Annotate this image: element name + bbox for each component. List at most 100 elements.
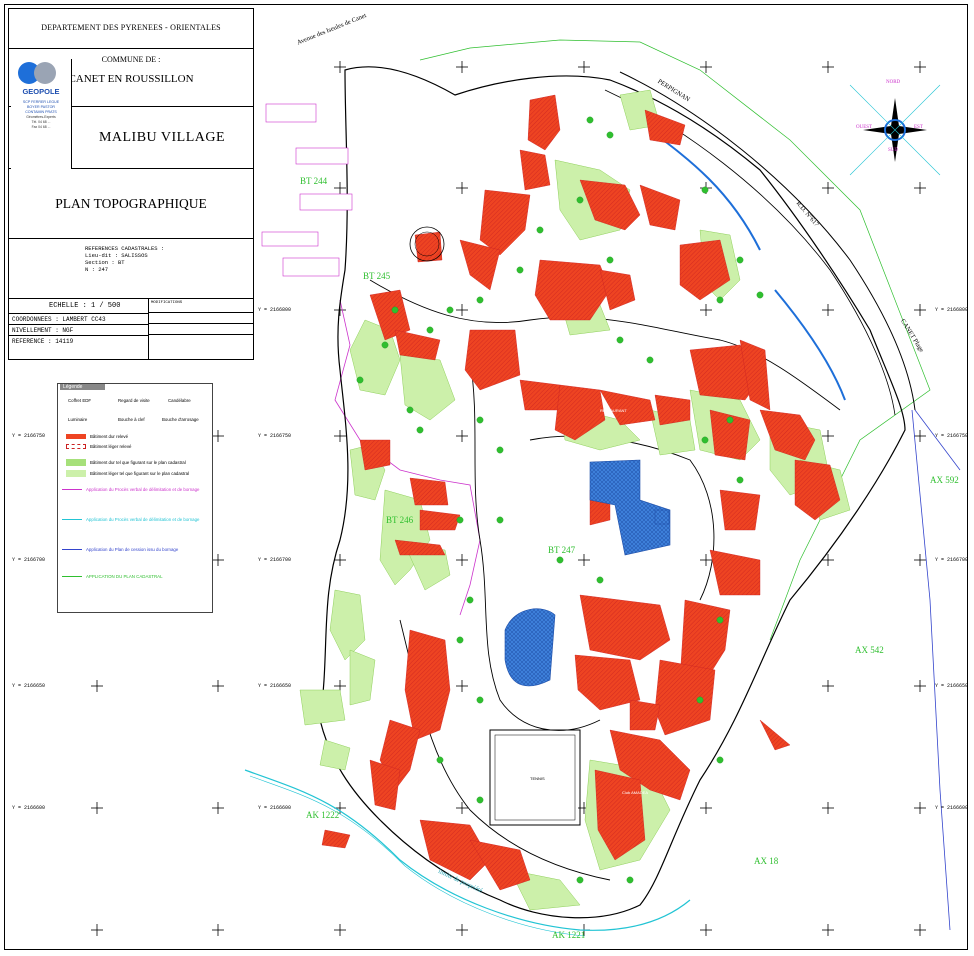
tree-icon (736, 256, 744, 264)
legend-item-3: Bâtiment dur tel que figurant sur le pla… (90, 460, 186, 465)
coordinates: COORDONNEES : LAMBERT CC43 (9, 314, 148, 325)
tree-icon (416, 426, 424, 434)
blue-boundary-2 (914, 409, 961, 471)
tree-icon (456, 636, 464, 644)
tree-icon (646, 356, 654, 364)
tree-icon (606, 256, 614, 264)
grid-label: Y = 2166800 (935, 307, 969, 313)
tree-icon (476, 296, 484, 304)
tree-icon (576, 876, 584, 884)
grid-label: Y = 2166650 (258, 683, 292, 689)
tree-icon (716, 756, 724, 764)
grid-label: Y = 2166800 (258, 307, 292, 313)
tree-icon (626, 876, 634, 884)
compass-north: NORD (886, 80, 901, 85)
grid-label: Y = 2166750 (12, 433, 46, 439)
tree-icon (466, 596, 474, 604)
tree-icon (356, 376, 364, 384)
grid-label: Y = 2166600 (935, 805, 969, 811)
legend-note-2: Application du Procès verbal de délimita… (86, 517, 200, 522)
grid-label: Y = 2166700 (258, 557, 292, 563)
tree-icon (391, 306, 399, 314)
geopole-logo: GEOPOLE SCP FERRER LEGUE BOYER PASTOR CO… (11, 59, 72, 169)
ditch-blue-2 (774, 289, 846, 401)
grid-label: Y = 2166600 (12, 805, 46, 811)
ref-line-4: N : 247 (85, 266, 109, 273)
tree-icon (476, 696, 484, 704)
title-block: DEPARTEMENT DES PYRENEES - ORIENTALES CO… (8, 8, 254, 360)
tree-icon (381, 341, 389, 349)
grid-label: Y = 2166700 (12, 557, 46, 563)
legend-item-4: Bâtiment léger tel que figurant sur le p… (90, 471, 190, 476)
parcel-ax542: AX 542 (855, 645, 884, 655)
point-coordinate-boxes (261, 103, 353, 277)
tree-icon (476, 796, 484, 804)
blue-boundary (911, 409, 951, 931)
legend: Légende Coffret EDF Regard de visite Can… (57, 383, 213, 613)
legend-title: Légende (60, 384, 105, 390)
legend-item-2: Bâtiment léger relevé (90, 444, 132, 449)
building-label-club: Club AMADEA (622, 790, 649, 795)
levelling: NIVELLEMENT : NGF (9, 325, 148, 336)
legend-symbol-bouche-arrosage: Bouche d'arrosage (162, 417, 199, 422)
tree-icon (606, 131, 614, 139)
revision-header: MODIFICATIONS (149, 299, 253, 313)
swimming-pool-oval (504, 608, 556, 687)
plan-title: PLAN TOPOGRAPHIQUE (9, 169, 253, 239)
compass-south: SUD (888, 148, 899, 153)
tree-icon (516, 266, 524, 274)
logo-line-3: CONTAMIN PRATS (25, 110, 57, 114)
compass-west: OUEST (856, 125, 873, 130)
tree-icon (536, 226, 544, 234)
site-block: GEOPOLE SCP FERRER LEGUE BOYER PASTOR CO… (9, 59, 253, 169)
tree-icon (556, 556, 564, 564)
tree-icon (496, 446, 504, 454)
cadastral-references: REFERENCES CADASTRALES : Lieu-dit : SALI… (9, 239, 253, 299)
logo-line-6: Fax 04 68 ... (32, 125, 51, 129)
ref-line-2: Lieu-dit : SALISSOS (85, 252, 148, 259)
tree-icon (576, 196, 584, 204)
building-label-restaurant: RESTAURANT (600, 408, 627, 413)
tree-icon (456, 516, 464, 524)
tree-icon (436, 756, 444, 764)
tree-icon (596, 576, 604, 584)
logo-line-4: Géomètres-Experts (26, 115, 56, 119)
scale-block: ECHELLE : 1 / 500 COORDONNEES : LAMBERT … (9, 299, 253, 359)
ref-line-3: Section : BT (85, 259, 125, 266)
logo-line-1: SCP FERRER LEGUE (23, 100, 60, 104)
logo-line-5: Tél. 04 68 ... (32, 120, 51, 124)
legend-note-4: APPLICATION DU PLAN CADASTRAL (86, 574, 163, 579)
parcel-bt245: BT 245 (363, 271, 391, 281)
tree-icon (476, 416, 484, 424)
tree-icon (496, 516, 504, 524)
tree-icon (756, 291, 764, 299)
building-label-tennis: TENNIS (530, 776, 545, 781)
ref-line-1: REFERENCES CADASTRALES : (85, 245, 165, 252)
compass-east: EST (914, 125, 923, 130)
scale: ECHELLE : 1 / 500 (9, 299, 148, 314)
site-name: MALIBU VILLAGE (98, 129, 226, 145)
parcel-bt246: BT 246 (386, 515, 414, 525)
parcel-ax18: AX 18 (754, 856, 779, 866)
parcel-ax592: AX 592 (930, 475, 959, 485)
grid-label: Y = 2166750 (935, 433, 969, 439)
department: DEPARTEMENT DES PYRENEES - ORIENTALES (9, 9, 253, 49)
tree-icon (406, 406, 414, 414)
legend-note-1: Application du Procès verbal de délimita… (86, 487, 200, 492)
logo-line-2: BOYER PASTOR (27, 105, 55, 109)
tree-icon (716, 616, 724, 624)
tree-icon (736, 476, 744, 484)
parcel-bt247: BT 247 (548, 545, 576, 555)
legend-item-1: Bâtiment dur relevé (90, 434, 129, 439)
parcel-ak1221: AK 1221 (552, 930, 586, 940)
tree-icon (616, 336, 624, 344)
parcel-ak1222: AK 1222 (306, 810, 340, 820)
tree-icon (701, 436, 709, 444)
tree-icon (446, 306, 454, 314)
compass-rose (849, 84, 941, 176)
grid-label: Y = 2166650 (12, 683, 46, 689)
parcel-bt244: BT 244 (300, 176, 328, 186)
swimming-pool-small (654, 509, 670, 525)
legend-symbol-candelabre: Candélabre (168, 398, 191, 403)
logo-name: GEOPOLE (22, 87, 59, 96)
